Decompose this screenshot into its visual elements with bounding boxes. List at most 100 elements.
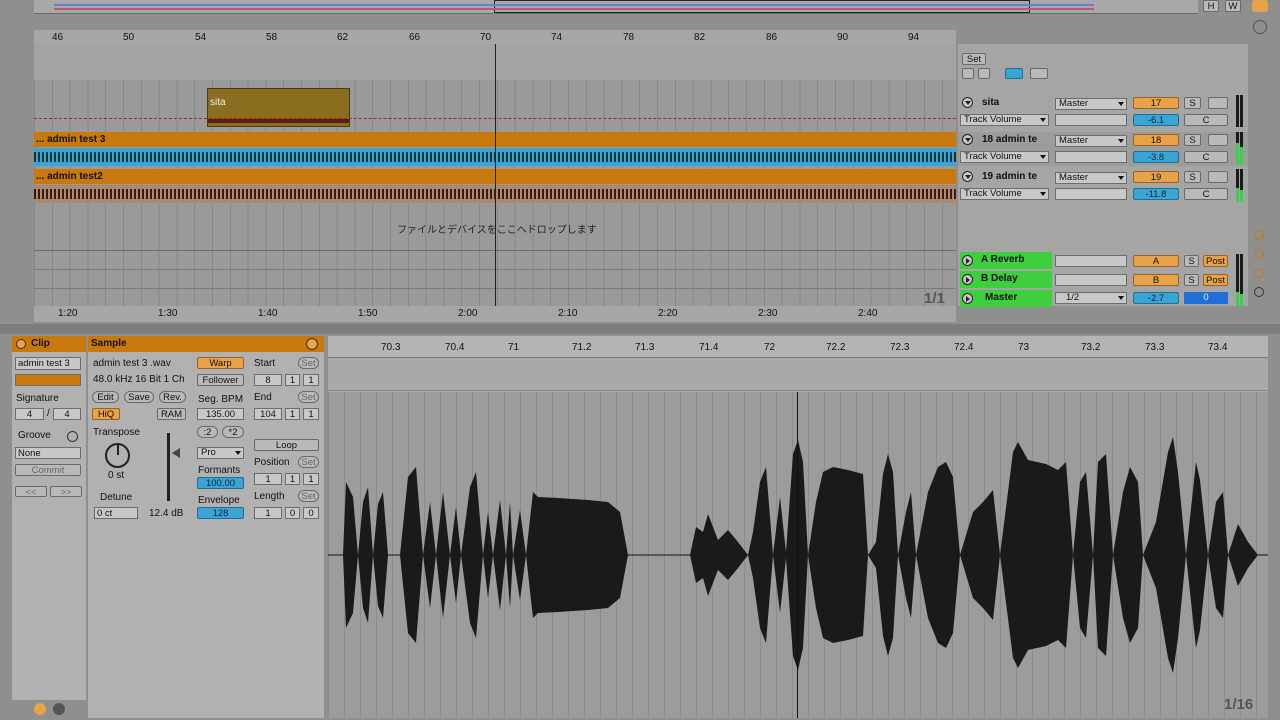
play-icon[interactable] — [962, 255, 973, 266]
automation-value[interactable] — [1055, 188, 1127, 200]
volume-field[interactable]: -11.8 — [1133, 188, 1179, 200]
clip-activator-icon[interactable] — [16, 339, 26, 349]
previous-button[interactable]: << — [15, 486, 47, 497]
volume-field[interactable]: -3.8 — [1133, 151, 1179, 163]
track-number-button[interactable]: 18 — [1133, 134, 1179, 146]
start-beat[interactable]: 1 — [285, 374, 300, 386]
w-button[interactable]: W — [1225, 0, 1241, 12]
post-button[interactable]: Post — [1203, 255, 1228, 267]
automation-value[interactable] — [1055, 151, 1127, 163]
position-sixteenth[interactable]: 1 — [303, 473, 319, 485]
solo-button[interactable]: S — [1184, 274, 1199, 286]
automation-param-select[interactable]: Track Volume — [960, 151, 1049, 163]
edit-button[interactable]: Edit — [92, 391, 119, 403]
end-sixteenth[interactable]: 1 — [303, 408, 319, 420]
track-name-19[interactable]: 19 admin te — [960, 168, 1052, 185]
marker-lane[interactable] — [328, 359, 1268, 391]
clip-view-icon[interactable] — [34, 703, 46, 715]
warp-button[interactable]: Warp — [197, 357, 244, 369]
formants-field[interactable]: 100.00 — [197, 477, 244, 489]
arrangement-area[interactable]: sita ... admin test 3 ... admin test2 ファ… — [34, 44, 956, 307]
detune-field[interactable]: 0 ct — [94, 507, 138, 519]
mixer-icon[interactable] — [1254, 268, 1264, 278]
clip-name-field[interactable]: admin test 3 — [15, 357, 81, 370]
solo-button[interactable]: S — [1184, 255, 1199, 267]
next-button[interactable]: >> — [50, 486, 82, 497]
master-pan[interactable]: 0 — [1184, 292, 1228, 304]
return-icon[interactable] — [1254, 249, 1264, 259]
h-button[interactable]: H — [1203, 0, 1219, 12]
ram-button[interactable]: RAM — [157, 408, 186, 420]
hiq-button[interactable]: HiQ — [92, 408, 120, 420]
clip-sita[interactable]: sita — [207, 88, 350, 127]
set-start-button[interactable]: Set — [298, 357, 319, 369]
position-bar[interactable]: 1 — [254, 473, 282, 485]
automation-param-select[interactable]: Track Volume — [960, 188, 1049, 200]
half-tempo-button[interactable]: :2 — [197, 426, 218, 438]
signature-denominator[interactable]: 4 — [53, 408, 81, 420]
panel-toggle-icon[interactable] — [1253, 20, 1267, 34]
sample-editor[interactable]: 70.3 70.4 71 71.2 71.3 71.4 72 72.2 72.3… — [328, 336, 1268, 718]
editor-ruler[interactable]: 70.3 70.4 71 71.2 71.3 71.4 72 72.2 72.3… — [328, 336, 1268, 358]
lock-icon[interactable] — [1030, 68, 1048, 79]
solo-button[interactable]: S — [1184, 97, 1201, 109]
automation-value[interactable] — [1055, 114, 1127, 126]
expand-arrow-icon[interactable] — [306, 338, 318, 350]
track-number-button[interactable]: 17 — [1133, 97, 1179, 109]
start-bar[interactable]: 8 — [254, 374, 282, 386]
time-ruler[interactable]: 1:20 1:30 1:40 1:50 2:00 2:10 2:20 2:30 … — [34, 306, 956, 322]
set-position-button[interactable]: Set — [298, 456, 319, 468]
waveform-area[interactable]: 1/16 — [328, 392, 1268, 718]
arm-button[interactable] — [1208, 134, 1228, 146]
position-beat[interactable]: 1 — [285, 473, 300, 485]
reverse-button[interactable]: Rev. — [159, 391, 186, 403]
length-sixteenth[interactable]: 0 — [303, 507, 319, 519]
volume-field[interactable]: -6.1 — [1133, 114, 1179, 126]
double-tempo-button[interactable]: *2 — [222, 426, 244, 438]
play-icon[interactable] — [962, 274, 973, 285]
track-name-sita[interactable]: sita — [960, 94, 1052, 111]
warp-mode-select[interactable]: Pro — [197, 447, 244, 459]
arm-button[interactable] — [1208, 97, 1228, 109]
output-select[interactable]: Master — [1055, 135, 1127, 147]
output-select[interactable]: Master — [1055, 172, 1127, 184]
output-select[interactable]: Master — [1055, 98, 1127, 110]
set-length-button[interactable]: Set — [298, 490, 319, 502]
overview-bar[interactable] — [34, 0, 1198, 14]
follow-icon[interactable] — [1005, 68, 1023, 79]
follower-button[interactable]: Follower — [197, 374, 244, 386]
groove-select[interactable]: None — [15, 447, 81, 459]
return-a-button[interactable]: A — [1133, 255, 1179, 267]
hamburger-icon[interactable] — [1252, 0, 1268, 12]
commit-button[interactable]: Commit — [15, 464, 81, 476]
next-locator-icon[interactable] — [978, 68, 990, 79]
gain-slider-handle-icon[interactable] — [172, 448, 180, 458]
arm-button[interactable] — [1208, 171, 1228, 183]
pan-field[interactable]: C — [1184, 188, 1228, 200]
device-view-icon[interactable] — [53, 703, 65, 715]
master-volume[interactable]: -2.7 — [1133, 292, 1179, 304]
solo-button[interactable]: S — [1184, 171, 1201, 183]
envelope-field[interactable]: 128 — [197, 507, 244, 519]
cue-select[interactable]: 1/2 — [1055, 292, 1127, 304]
end-bar[interactable]: 104 — [254, 408, 282, 420]
end-beat[interactable]: 1 — [285, 408, 300, 420]
loop-button[interactable]: Loop — [254, 439, 319, 451]
bar-ruler[interactable]: 46 50 54 58 62 66 70 74 78 82 86 90 94 — [34, 30, 956, 44]
groove-hotswap-icon[interactable] — [67, 431, 78, 442]
play-icon[interactable] — [962, 293, 973, 304]
delay-icon[interactable] — [1254, 287, 1264, 297]
track-number-button[interactable]: 19 — [1133, 171, 1179, 183]
seg-bpm-field[interactable]: 135.00 — [197, 408, 244, 420]
set-button[interactable]: Set — [962, 53, 986, 65]
post-button[interactable]: Post — [1203, 274, 1228, 286]
return-b-button[interactable]: B — [1133, 274, 1179, 286]
automation-param-select[interactable]: Track Volume — [960, 114, 1049, 126]
track-name-18[interactable]: 18 admin te — [960, 131, 1052, 148]
save-button[interactable]: Save — [124, 391, 154, 403]
overview-selection[interactable] — [494, 0, 1030, 13]
length-beat[interactable]: 0 — [285, 507, 300, 519]
length-bar[interactable]: 1 — [254, 507, 282, 519]
set-end-button[interactable]: Set — [298, 391, 319, 403]
solo-button[interactable]: S — [1184, 134, 1201, 146]
